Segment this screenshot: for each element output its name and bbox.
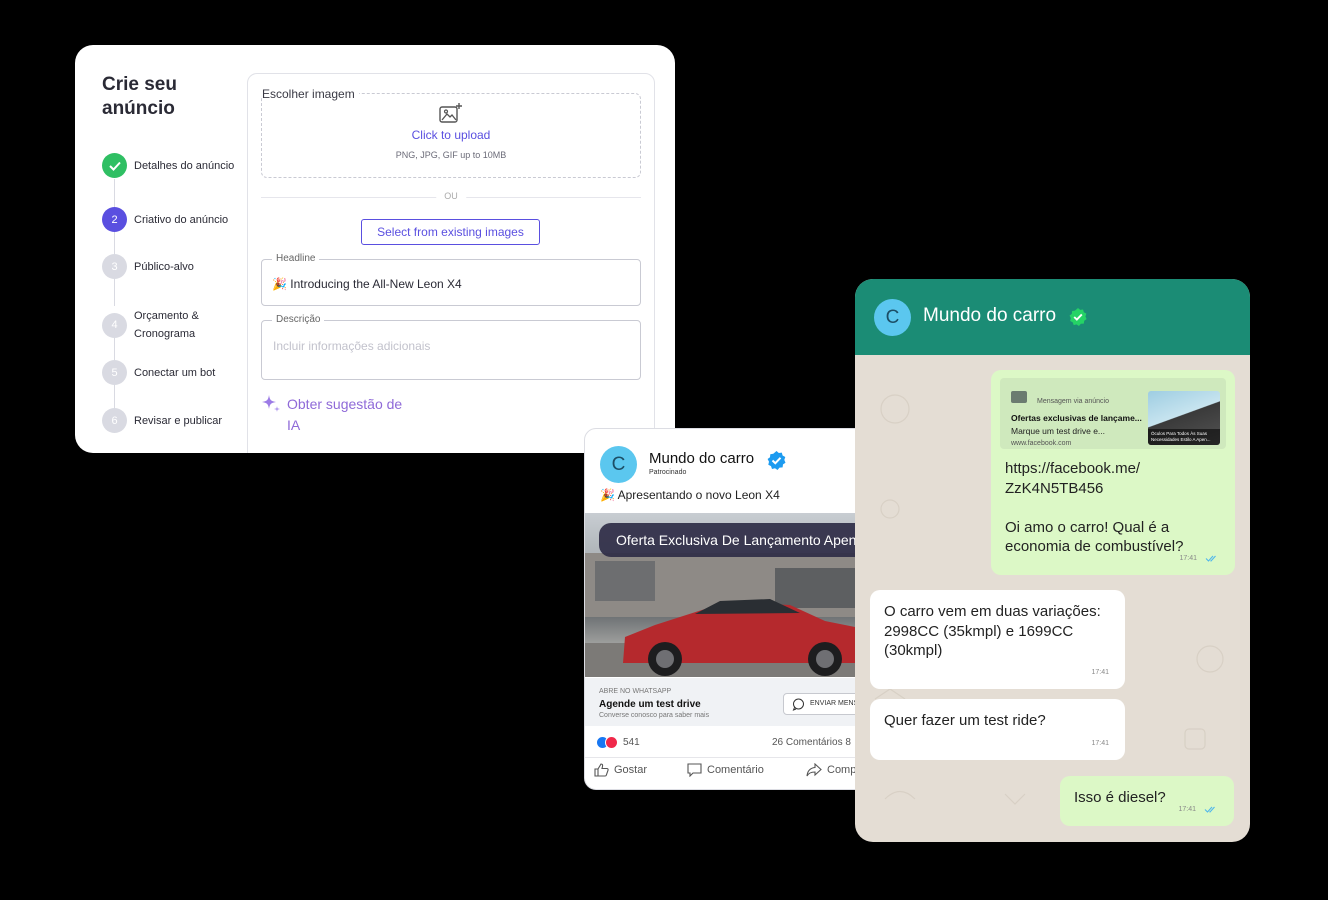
double-check-icon — [1204, 806, 1215, 813]
timestamp: 17:41 — [1091, 739, 1109, 747]
headline-field[interactable]: Headline 🎉 Introducing the All-New Leon … — [261, 253, 641, 306]
contact-name: Mundo do carro — [923, 305, 1057, 326]
message-bubble-outgoing[interactable]: Mensagem via anúncio Ofertas exclusivas … — [991, 370, 1235, 575]
share-label: Comp — [827, 764, 857, 776]
message-bubble-outgoing[interactable]: Isso é diesel? 17:41 — [1060, 776, 1234, 826]
message-bubble-incoming[interactable]: O carro vem em duas variações: 2998CC (3… — [870, 590, 1125, 689]
page-title: Crie seu anúncio — [102, 74, 177, 119]
post-caption: 🎉 Apresentando o novo Leon X4 — [600, 488, 780, 502]
step-connector — [114, 385, 115, 409]
love-reaction-icon — [605, 736, 618, 749]
ad-message-icon — [1011, 391, 1027, 403]
step-label: Orçamento & Cronograma — [134, 310, 199, 340]
like-label: Gostar — [614, 764, 648, 776]
comment-count[interactable]: 26 Comentários 8 — [772, 737, 851, 748]
share-icon — [806, 763, 822, 777]
message-time: 17:41 — [1179, 549, 1219, 569]
image-overlay-text: Oferta Exclusiva De Lançamento Apenas Um… — [599, 523, 873, 557]
ad-referral-preview[interactable]: Mensagem via anúncio Ofertas exclusivas … — [1000, 378, 1226, 449]
reactions[interactable]: 541 — [596, 736, 640, 749]
whatsapp-icon — [792, 698, 804, 711]
step-label: Criativo do anúncio — [134, 213, 229, 226]
timestamp: 17:41 — [1178, 805, 1196, 813]
step-ad-creative[interactable]: 2 Criativo do anúncio — [102, 207, 242, 232]
description-placeholder: Incluir informações adicionais — [273, 339, 431, 353]
step-budget[interactable]: 4 Orçamento & Cronograma — [102, 307, 242, 343]
select-existing-images-button[interactable]: Select from existing images — [361, 219, 540, 245]
sparkle-icon — [261, 394, 281, 414]
message-time: 17:41 — [1091, 663, 1109, 683]
description-label: Descrição — [272, 314, 325, 325]
step-number: 2 — [102, 207, 127, 232]
timestamp: 17:41 — [1091, 668, 1109, 676]
thumbnail-caption: Óculos Para Todos Às Suas Necessidades E… — [1148, 429, 1220, 445]
comment-button[interactable]: Comentário — [687, 763, 764, 777]
thumbs-up-icon — [594, 763, 609, 777]
image-upload-dropzone[interactable]: Escolher imagem Click to upload PNG, JPG… — [261, 87, 641, 178]
verified-badge-icon — [766, 450, 787, 471]
comment-label: Comentário — [707, 764, 764, 776]
upload-legend: Escolher imagem — [262, 87, 359, 101]
step-connector — [114, 279, 115, 306]
like-button[interactable]: Gostar — [594, 763, 647, 777]
timestamp: 17:41 — [1179, 554, 1197, 562]
preview-thumbnail: Óculos Para Todos Às Suas Necessidades E… — [1148, 391, 1220, 445]
check-icon — [102, 153, 127, 178]
step-audience[interactable]: 3 Público-alvo — [102, 254, 242, 279]
creative-form: Escolher imagem Click to upload PNG, JPG… — [247, 73, 655, 453]
divider — [585, 757, 873, 758]
comment-icon — [687, 763, 702, 777]
whatsapp-chat: C Mundo do carro Mensagem via anúncio Of… — [855, 279, 1250, 842]
step-number: 3 — [102, 254, 127, 279]
preview-url: www.facebook.com — [1011, 440, 1072, 447]
cta-title: Agende um test drive — [599, 699, 701, 710]
facebook-ad-preview: C Mundo do carro Patrocinado 🎉 Apresenta… — [584, 428, 874, 790]
message-bubble-incoming[interactable]: Quer fazer um test ride? 17:41 — [870, 699, 1125, 760]
cta-subtitle: Converse conosco para saber mais — [599, 712, 710, 719]
message-time: 17:41 — [1178, 800, 1218, 820]
message-text: O carro vem em duas variações: 2998CC (3… — [884, 603, 1101, 659]
whatsapp-cta-strip[interactable]: ABRE NO WHATSAPP Agende um test drive Co… — [585, 678, 873, 726]
description-field[interactable]: Descrição Incluir informações adicionais — [261, 314, 641, 380]
cta-kicker: ABRE NO WHATSAPP — [599, 688, 672, 695]
image-add-icon — [439, 102, 463, 124]
step-connect-bot[interactable]: 5 Conectar um bot — [102, 360, 242, 385]
sponsored-label: Patrocinado — [649, 469, 687, 476]
chat-header[interactable]: C Mundo do carro — [855, 279, 1250, 355]
ai-suggestion-link[interactable]: Obter sugestão de IA — [261, 394, 417, 436]
step-ad-details[interactable]: Detalhes do anúncio — [102, 153, 242, 178]
page-name[interactable]: Mundo do carro — [649, 450, 754, 467]
ai-suggestion-label: Obter sugestão de IA — [287, 396, 403, 433]
avatar: C — [874, 299, 911, 336]
ad-creator-card: Crie seu anúncio Detalhes do anúncio 2 C… — [75, 45, 675, 453]
message-text: Quer fazer um test ride? — [884, 712, 1046, 729]
or-divider: OU — [261, 191, 641, 201]
step-number: 5 — [102, 360, 127, 385]
step-label: Público-alvo — [134, 260, 194, 273]
step-label: Conectar um bot — [134, 366, 216, 379]
upload-cta[interactable]: Click to upload — [262, 128, 640, 142]
step-number: 4 — [102, 312, 127, 338]
or-text: OU — [436, 191, 466, 201]
upload-hint: PNG, JPG, GIF up to 10MB — [395, 150, 507, 160]
double-check-icon — [1205, 555, 1216, 562]
headline-value: 🎉 Introducing the All-New Leon X4 — [272, 277, 462, 291]
verified-badge-icon — [1068, 307, 1088, 327]
ad-image[interactable]: Oferta Exclusiva De Lançamento Apenas Um… — [585, 513, 873, 677]
reaction-count: 541 — [623, 737, 640, 748]
share-button[interactable]: Comp — [806, 763, 856, 777]
step-connector — [114, 232, 115, 256]
step-review-publish[interactable]: 6 Revisar e publicar — [102, 408, 242, 433]
message-time: 17:41 — [1091, 734, 1109, 754]
headline-label: Headline — [272, 253, 320, 264]
step-connector — [114, 179, 115, 209]
step-label: Revisar e publicar — [134, 414, 223, 427]
send-message-label: ENVIAR MENS — [810, 700, 859, 707]
message-text: https://facebook.me/ ZzK4N5TB456 Oi amo … — [1005, 460, 1184, 555]
step-label: Detalhes do anúncio — [134, 159, 235, 172]
step-number: 6 — [102, 408, 127, 433]
avatar: C — [600, 446, 637, 483]
